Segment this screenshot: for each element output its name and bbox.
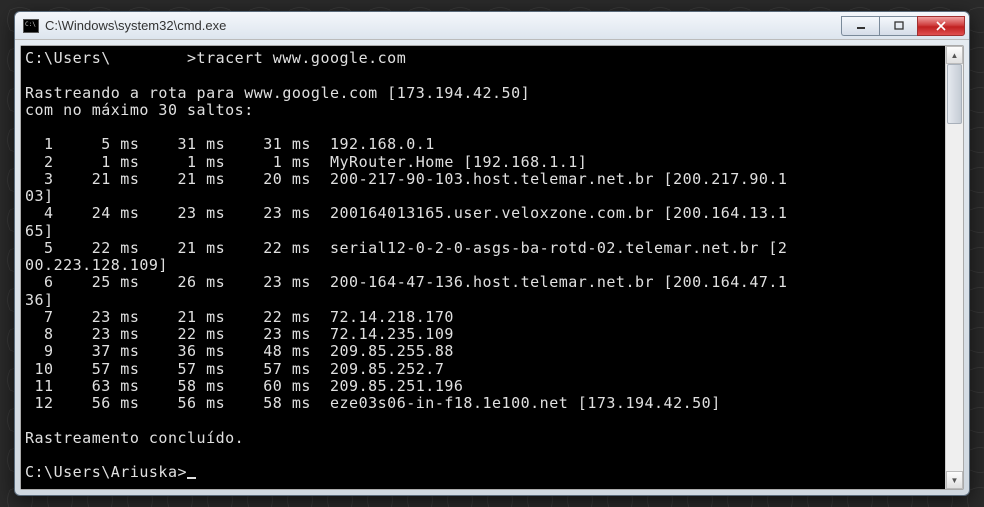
scroll-down-button[interactable]: ▼ bbox=[946, 471, 963, 489]
console-frame: C:\Users\ >tracert www.google.com Rastre… bbox=[20, 45, 964, 490]
maximize-button[interactable] bbox=[879, 16, 917, 36]
window-title: C:\Windows\system32\cmd.exe bbox=[45, 18, 841, 33]
titlebar[interactable]: C:\Windows\system32\cmd.exe bbox=[15, 12, 969, 40]
window-controls bbox=[841, 16, 965, 36]
maximize-icon bbox=[894, 21, 904, 31]
cmd-window: C:\Windows\system32\cmd.exe C:\Users\ >t… bbox=[14, 11, 970, 496]
close-button[interactable] bbox=[917, 16, 965, 36]
minimize-button[interactable] bbox=[841, 16, 879, 36]
scroll-track[interactable] bbox=[946, 64, 963, 471]
console-output[interactable]: C:\Users\ >tracert www.google.com Rastre… bbox=[21, 46, 945, 489]
cmd-icon bbox=[23, 19, 39, 33]
scroll-up-button[interactable]: ▲ bbox=[946, 46, 963, 64]
close-icon bbox=[935, 21, 947, 31]
minimize-icon bbox=[856, 21, 866, 31]
scroll-thumb[interactable] bbox=[947, 64, 962, 124]
cursor bbox=[187, 477, 196, 479]
scrollbar[interactable]: ▲ ▼ bbox=[945, 46, 963, 489]
